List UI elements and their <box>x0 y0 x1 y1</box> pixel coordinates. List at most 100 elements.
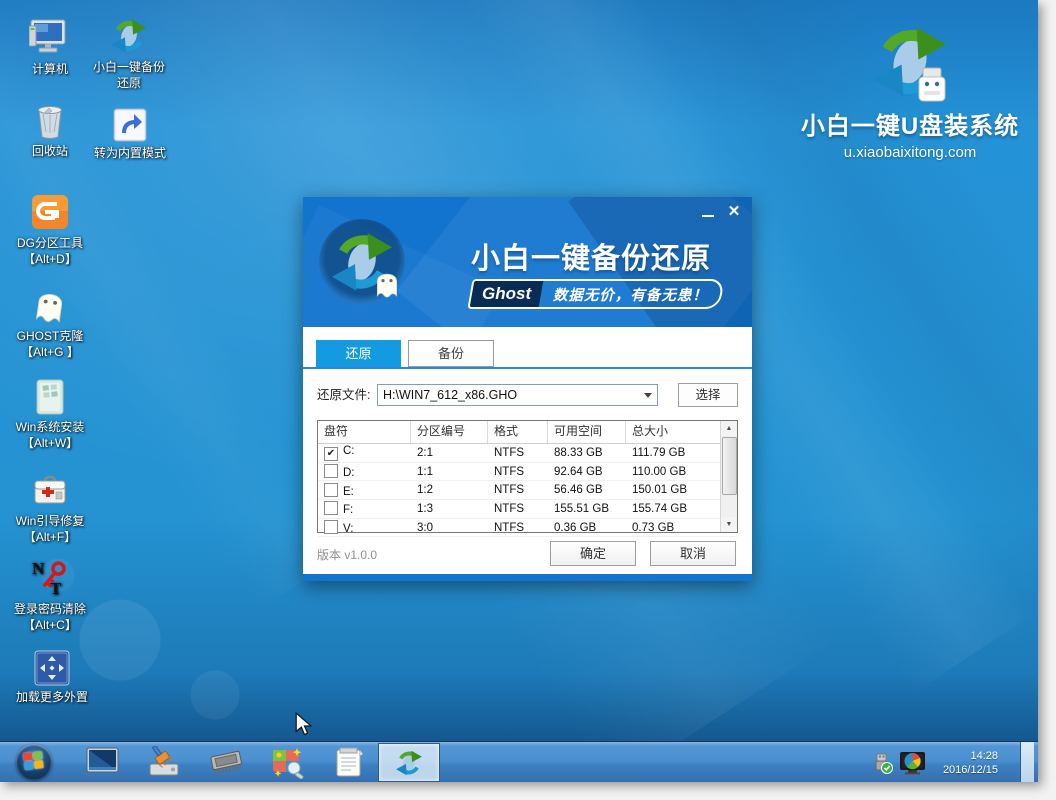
slogan-text: 数据无价，有备无患！ <box>539 281 723 307</box>
row-checkbox[interactable] <box>324 464 338 478</box>
system-tray: 14:28 2016/12/15 <box>870 742 998 782</box>
dialog-title: 小白一键备份还原 <box>471 235 711 277</box>
desktop-icon-recycle-bin[interactable]: 回收站 <box>10 102 90 159</box>
cancel-button[interactable]: 取消 <box>650 541 736 566</box>
table-row[interactable]: E:1:2NTFS56.46 GB150.01 GB <box>318 481 737 500</box>
ghost-slogan-badge: Ghost 数据无价，有备无患！ <box>467 279 724 309</box>
taskbar-screenshot-tool-icon[interactable] <box>271 746 306 779</box>
desktop-icon-password-clear[interactable]: N T 登录密码清除 【Alt+C】 <box>8 558 92 633</box>
tab-underline <box>303 367 752 369</box>
dropdown-value: H:\WIN7_612_x86.GHO <box>383 388 517 402</box>
column-header[interactable]: 分区编号 <box>411 421 488 443</box>
dialog-logo <box>319 219 405 305</box>
taskbar-ram-icon[interactable] <box>209 746 244 778</box>
desktop-icon-backup-restore[interactable]: 小白一键备份 还原 <box>86 16 172 91</box>
column-header[interactable]: 盘符 <box>318 421 411 443</box>
drive-letter: F: <box>343 504 353 516</box>
column-header[interactable]: 可用空间 <box>548 421 626 443</box>
desktop-icon-label: Win系统安装 <box>8 419 92 435</box>
desktop-icon-label: 回收站 <box>10 143 90 159</box>
desktop-icon-dg-partition[interactable]: DG分区工具 【Alt+D】 <box>8 192 92 267</box>
sync-arrows-icon <box>109 16 149 56</box>
table-row[interactable]: ✔C:2:1NTFS88.33 GB111.79 GB <box>318 444 737 463</box>
tray-usb-icon[interactable] <box>870 751 894 775</box>
clock-date: 2016/12/15 <box>936 763 998 777</box>
windows-logo-icon <box>23 751 45 773</box>
scroll-up-icon[interactable]: ▲ <box>721 421 737 436</box>
format: NTFS <box>488 447 548 459</box>
scroll-down-icon[interactable]: ▼ <box>721 517 737 532</box>
win-installer-icon <box>33 378 67 416</box>
select-file-button[interactable]: 选择 <box>678 383 738 407</box>
desktop-icon-label: 登录密码清除 <box>8 601 92 617</box>
desktop-icon-label: Win引导修复 <box>8 513 92 529</box>
partition-table-body: ✔C:2:1NTFS88.33 GB111.79 GBD:1:1NTFS92.6… <box>318 444 737 537</box>
desktop-icon-label: 转为内置模式 <box>84 145 176 161</box>
row-checkbox[interactable] <box>324 483 338 497</box>
row-checkbox[interactable] <box>324 501 338 515</box>
partition-table: 盘符分区编号格式可用空间总大小 ✔C:2:1NTFS88.33 GB111.79… <box>317 420 738 533</box>
table-row[interactable]: F:1:3NTFS155.51 GB155.74 GB <box>318 500 737 519</box>
minimize-button[interactable] <box>698 203 718 221</box>
desktop-icon-load-more[interactable]: 加载更多外置 <box>10 650 94 705</box>
desktop-icon-label-line2: 【Alt+G 】 <box>8 344 92 360</box>
brand-area: 小白一键U盘装系统 u.xiaobaixitong.com <box>780 20 1038 161</box>
table-row[interactable]: V:3:0NTFS0.36 GB0.73 GB <box>318 519 737 538</box>
desktop-icon-label-line2: 【Alt+C】 <box>8 617 92 633</box>
desktop-icon-ghost-clone[interactable]: GHOST克隆 【Alt+G 】 <box>8 285 92 360</box>
partition-id: 1:1 <box>411 466 488 478</box>
table-scrollbar[interactable]: ▲ ▼ <box>720 421 737 532</box>
ghost-icon <box>371 267 403 299</box>
version-label: 版本 v1.0.0 <box>317 543 377 568</box>
desktop-icon-label: GHOST克隆 <box>8 328 92 344</box>
desktop-icon-label-line2: 【Alt+W】 <box>8 435 92 451</box>
minimize-icon <box>702 215 714 217</box>
show-desktop-button[interactable] <box>1020 742 1034 782</box>
taskbar-clock[interactable]: 14:28 2016/12/15 <box>936 749 998 777</box>
desktop-icon-win-install[interactable]: Win系统安装 【Alt+W】 <box>8 378 92 451</box>
first-aid-kit-icon <box>31 472 69 510</box>
desktop-icon-label: DG分区工具 <box>8 235 92 251</box>
close-icon: ✕ <box>728 203 741 221</box>
computer-icon <box>29 18 71 58</box>
free-space: 92.64 GB <box>548 466 626 478</box>
partition-id: 3:0 <box>411 522 488 534</box>
scrollbar-thumb[interactable] <box>722 437 737 495</box>
internal-mode-icon <box>113 108 147 142</box>
drive-letter: C: <box>343 445 355 457</box>
row-checkbox[interactable] <box>324 520 338 534</box>
desktop-icon-label: 加载更多外置 <box>10 689 94 705</box>
expand-arrows-icon <box>34 650 70 686</box>
taskbar-notepad-icon[interactable] <box>333 746 365 779</box>
format: NTFS <box>488 484 548 496</box>
taskbar-desktop-preview-icon[interactable] <box>86 746 119 776</box>
desktop-icon-computer[interactable]: 计算机 <box>10 18 90 77</box>
table-row[interactable]: D:1:1NTFS92.64 GB110.00 GB <box>318 463 737 482</box>
desktop-icon-internal-mode[interactable]: 转为内置模式 <box>84 108 176 161</box>
tab-restore[interactable]: 还原 <box>316 340 401 367</box>
backup-restore-dialog: 小白一键备份还原 Ghost 数据无价，有备无患！ ✕ 还原 备份 还原文件: … <box>303 197 752 581</box>
start-button[interactable] <box>16 744 52 780</box>
column-header[interactable]: 格式 <box>488 421 548 443</box>
desktop-icon-boot-repair[interactable]: Win引导修复 【Alt+F】 <box>8 472 92 545</box>
dialog-bottom-strip <box>303 574 752 581</box>
close-button[interactable]: ✕ <box>724 203 744 221</box>
free-space: 88.33 GB <box>548 447 626 459</box>
row-checkbox[interactable]: ✔ <box>324 447 338 461</box>
desktop-icon-label-line2: 【Alt+D】 <box>8 251 92 267</box>
tray-display-icon[interactable] <box>899 751 926 775</box>
taskbar-disk-cleanup-icon[interactable] <box>147 746 182 778</box>
free-space: 0.36 GB <box>548 522 626 534</box>
partition-table-header: 盘符分区编号格式可用空间总大小 <box>318 421 737 444</box>
dialog-titlebar[interactable]: 小白一键备份还原 Ghost 数据无价，有备无患！ ✕ <box>303 197 752 327</box>
partition-id: 1:2 <box>411 484 488 496</box>
taskbar-active-app[interactable] <box>378 743 440 782</box>
nt-password-key-icon: N T <box>30 558 70 598</box>
restore-file-dropdown[interactable]: H:\WIN7_612_x86.GHO <box>377 384 658 406</box>
format: NTFS <box>488 503 548 515</box>
format: NTFS <box>488 466 548 478</box>
tab-backup[interactable]: 备份 <box>408 340 494 367</box>
sync-arrows-icon <box>394 748 424 778</box>
ok-button[interactable]: 确定 <box>550 541 636 566</box>
free-space: 155.51 GB <box>548 503 626 515</box>
